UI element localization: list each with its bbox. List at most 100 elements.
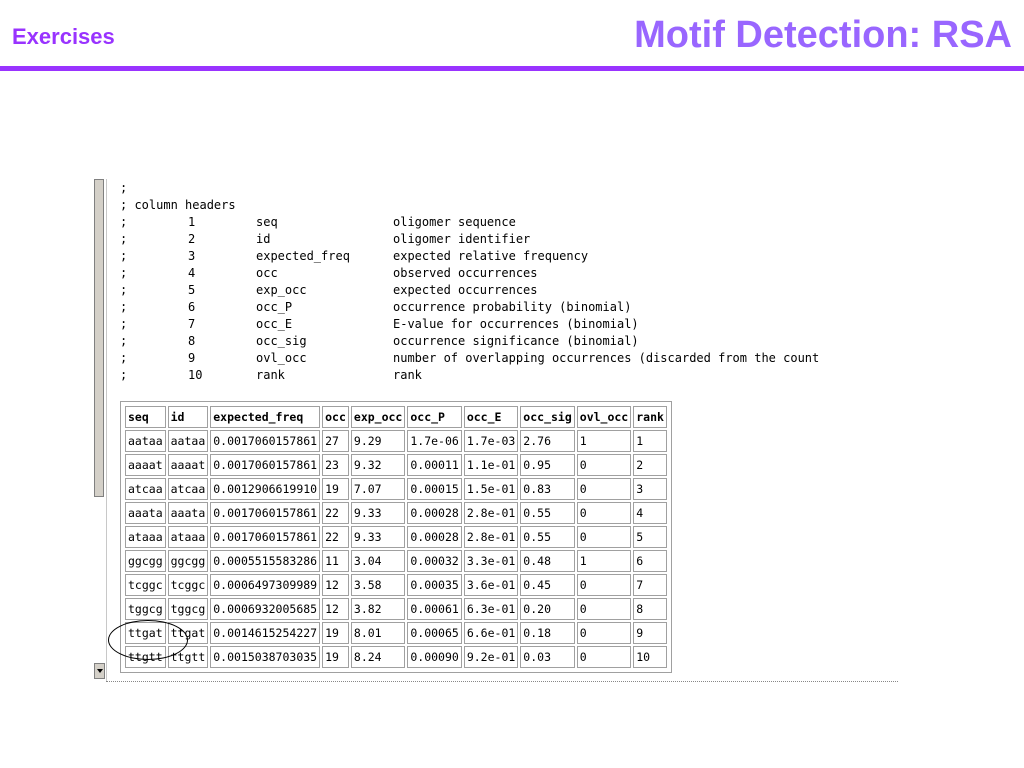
column-header-name: seq	[256, 215, 278, 229]
column-header-desc: occurrence significance (binomial)	[393, 334, 639, 348]
table-cell-occ: 12	[322, 598, 349, 620]
column-header-desc: oligomer sequence	[393, 215, 516, 229]
column-header-expected-freq: expected_freq	[210, 406, 321, 428]
table-cell-occ-P: 0.00090	[407, 646, 462, 668]
comment-line: ; column headers	[120, 198, 236, 212]
table-cell-expected-freq: 0.0017060157861	[210, 454, 321, 476]
column-header-line: ; 2 id oligomer identifier	[120, 231, 819, 248]
table-row: ataaa ataaa 0.0017060157861 22 9.33 0.00028 2.…	[125, 526, 667, 548]
column-header-desc: expected occurrences	[393, 283, 538, 297]
table-cell-occ-E: 6.3e-01	[463, 598, 519, 620]
slide-title: Motif Detection: RSA	[634, 14, 1012, 56]
table-cell-id: atcaa	[167, 478, 209, 500]
table-row: aataa aataa 0.0017060157861 27 9.29 1.7e-06 1.…	[125, 430, 667, 452]
table-cell-ovl-occ: 0	[576, 622, 632, 644]
column-header-prefix: ;	[120, 232, 128, 246]
table-cell-ovl-occ: 0	[576, 454, 632, 476]
scroll-down-icon[interactable]	[94, 663, 105, 679]
column-header-ovl-occ: ovl_occ	[576, 406, 632, 428]
table-cell-ovl-occ: 0	[576, 502, 632, 524]
table-cell-exp-occ: 9.33	[350, 526, 406, 548]
column-header-occ-sig: occ_sig	[520, 406, 575, 428]
column-header-prefix: ;	[120, 283, 128, 297]
column-header-exp-occ: exp_occ	[350, 406, 406, 428]
table-cell-occ-sig: 0.55	[520, 526, 575, 548]
table-cell-occ-sig: 0.03	[520, 646, 575, 668]
table-cell-expected-freq: 0.0017060157861	[210, 502, 321, 524]
table-cell-rank: 1	[633, 430, 667, 452]
table-cell-occ-E: 2.8e-01	[463, 526, 519, 548]
column-header-name: occ_sig	[256, 334, 307, 348]
column-header-line: ; 10 rank rank	[120, 367, 819, 384]
table-cell-rank: 3	[633, 478, 667, 500]
table-header-row: seq id expected_freq occ exp_occ occ_P occ_E oc…	[125, 406, 667, 428]
table-cell-occ: 11	[322, 550, 349, 572]
table-cell-occ-P: 0.00015	[407, 478, 462, 500]
table-cell-expected-freq: 0.0012906619910	[210, 478, 321, 500]
table-cell-occ-E: 3.3e-01	[463, 550, 519, 572]
table-cell-occ-sig: 0.83	[520, 478, 575, 500]
column-header-num: 8	[188, 334, 196, 348]
table-cell-occ: 19	[322, 646, 349, 668]
vertical-scrollbar[interactable]	[93, 179, 107, 682]
table-cell-id: tcggc	[167, 574, 209, 596]
column-header-num: 6	[188, 300, 196, 314]
table-cell-exp-occ: 3.58	[350, 574, 406, 596]
table-cell-occ-P: 0.00028	[407, 526, 462, 548]
table-cell-expected-freq: 0.0006497309989	[210, 574, 321, 596]
column-header-desc: number of overlapping occurrences (disca…	[393, 351, 820, 365]
column-header-name: expected_freq	[256, 249, 350, 263]
table-cell-occ: 22	[322, 502, 349, 524]
column-header-name: id	[256, 232, 271, 246]
column-header-desc: rank	[393, 368, 422, 382]
output-screenshot: ; ; column headers; 1 seq oligomer sequence;…	[93, 179, 898, 682]
table-row: atcaa atcaa 0.0012906619910 19 7.07 0.00015 1.…	[125, 478, 667, 500]
column-header-occ-E: occ_E	[463, 406, 519, 428]
table-cell-occ-P: 0.00035	[407, 574, 462, 596]
column-header-num: 1	[188, 215, 196, 229]
column-header-prefix: ;	[120, 368, 128, 382]
column-header-prefix: ;	[120, 266, 128, 280]
column-header-name: ovl_occ	[256, 351, 307, 365]
table-cell-seq: tggcg	[125, 598, 166, 620]
table-cell-ovl-occ: 0	[576, 478, 632, 500]
table-cell-occ: 27	[322, 430, 349, 452]
column-header-line: ; 5 exp_occ expected occurrences	[120, 282, 819, 299]
table-cell-occ-P: 0.00065	[407, 622, 462, 644]
table-cell-rank: 2	[633, 454, 667, 476]
table-cell-id: ataaa	[167, 526, 209, 548]
panel-bottom-edge	[106, 681, 898, 682]
table-cell-id: aataa	[167, 430, 209, 452]
table-cell-exp-occ: 8.01	[350, 622, 406, 644]
column-header-num: 4	[188, 266, 196, 280]
table-cell-ovl-occ: 1	[576, 550, 632, 572]
table-cell-id: aaata	[167, 502, 209, 524]
table-cell-occ-sig: 2.76	[520, 430, 575, 452]
table-cell-rank: 5	[633, 526, 667, 548]
column-header-comments: ; ; column headers; 1 seq oligomer sequence;…	[120, 180, 819, 384]
table-cell-rank: 9	[633, 622, 667, 644]
table-cell-ovl-occ: 0	[576, 646, 632, 668]
column-header-num: 3	[188, 249, 196, 263]
table-cell-id: aaaat	[167, 454, 209, 476]
scrollbar-thumb[interactable]	[94, 179, 104, 497]
table-cell-rank: 10	[633, 646, 667, 668]
table-cell-id: ggcgg	[167, 550, 209, 572]
table-cell-seq: aataa	[125, 430, 166, 452]
column-header-prefix: ;	[120, 334, 128, 348]
table-cell-expected-freq: 0.0014615254227	[210, 622, 321, 644]
table-cell-seq: aaata	[125, 502, 166, 524]
table-cell-occ-sig: 0.48	[520, 550, 575, 572]
table-cell-ovl-occ: 1	[576, 430, 632, 452]
column-header-prefix: ;	[120, 215, 128, 229]
table-cell-occ-E: 6.6e-01	[463, 622, 519, 644]
table-cell-exp-occ: 8.24	[350, 646, 406, 668]
table-row: tcggc tcggc 0.0006497309989 12 3.58 0.00035 3.…	[125, 574, 667, 596]
column-header-occ: occ	[322, 406, 349, 428]
table-cell-occ-E: 1.5e-01	[463, 478, 519, 500]
table-cell-occ: 19	[322, 622, 349, 644]
column-header-prefix: ;	[120, 351, 128, 365]
table-cell-expected-freq: 0.0006932005685	[210, 598, 321, 620]
table-row: aaata aaata 0.0017060157861 22 9.33 0.00028 2.…	[125, 502, 667, 524]
column-header-num: 2	[188, 232, 196, 246]
